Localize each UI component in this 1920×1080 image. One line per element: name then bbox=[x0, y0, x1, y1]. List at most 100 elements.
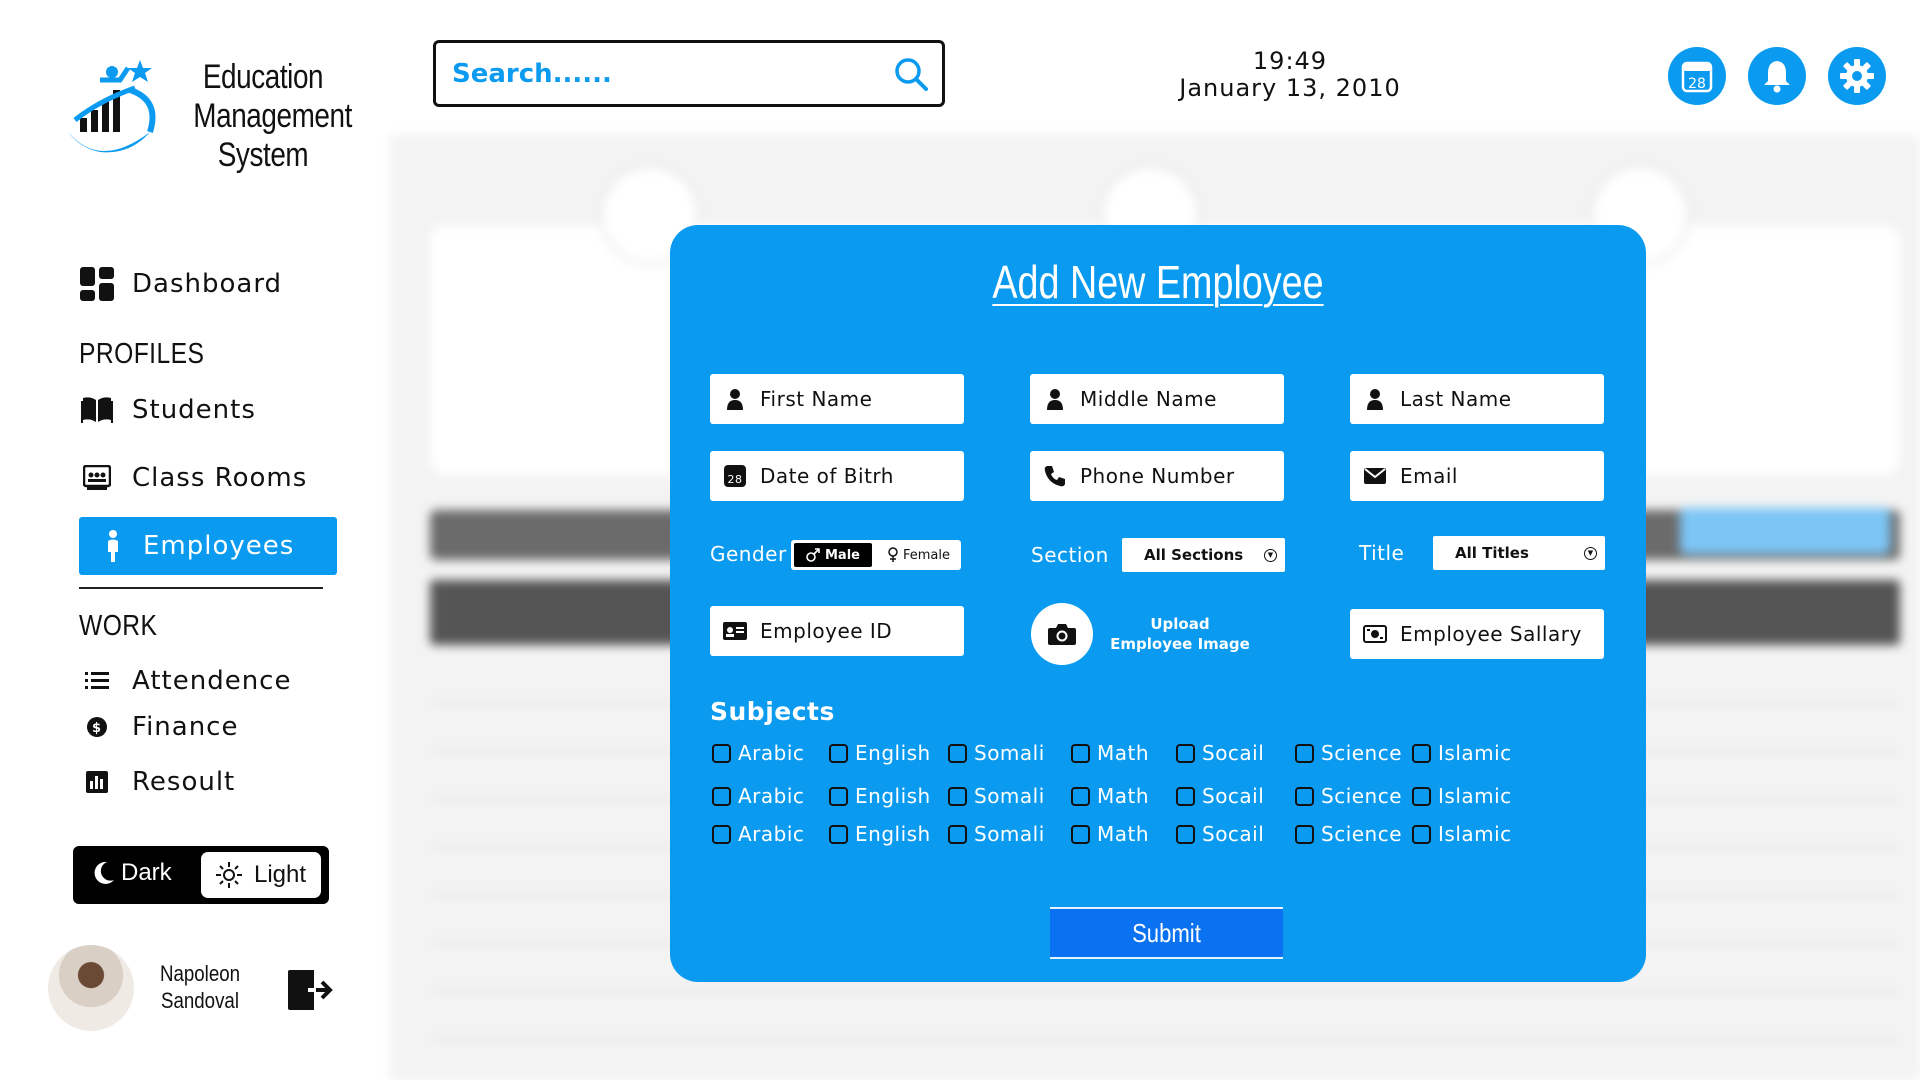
subject-checkbox-arabic[interactable]: Arabic bbox=[712, 822, 804, 846]
subject-checkbox-islamic[interactable]: Islamic bbox=[1412, 784, 1512, 808]
subject-label: Socail bbox=[1202, 822, 1265, 846]
list-icon bbox=[78, 662, 116, 700]
subject-checkbox-english[interactable]: English bbox=[829, 784, 931, 808]
section-heading-work: WORK bbox=[79, 610, 158, 642]
subject-checkbox-math[interactable]: Math bbox=[1071, 741, 1149, 765]
checkbox[interactable] bbox=[948, 743, 967, 763]
gender-label: Gender bbox=[710, 542, 787, 566]
theme-option-light[interactable]: Light bbox=[201, 852, 321, 898]
subject-checkbox-social[interactable]: Socail bbox=[1176, 784, 1264, 808]
gender-option-female[interactable]: Female bbox=[881, 543, 957, 567]
sidebar-item-label: Students bbox=[132, 395, 256, 425]
camera-icon bbox=[1048, 624, 1076, 645]
checkbox[interactable] bbox=[1176, 824, 1195, 844]
middle-name-placeholder: Middle Name bbox=[1080, 387, 1217, 411]
sidebar-item-results[interactable]: Resoult bbox=[78, 754, 338, 810]
subject-checkbox-social[interactable]: Socail bbox=[1176, 741, 1264, 765]
subject-checkbox-islamic[interactable]: Islamic bbox=[1412, 741, 1512, 765]
checkbox[interactable] bbox=[948, 786, 967, 806]
last-name-field[interactable]: Last Name bbox=[1350, 374, 1604, 424]
modal-title: Add New Employee bbox=[992, 256, 1324, 308]
sidebar-item-classrooms[interactable]: Class Rooms bbox=[78, 450, 338, 506]
notifications-button[interactable] bbox=[1748, 47, 1806, 105]
subject-checkbox-arabic[interactable]: Arabic bbox=[712, 784, 804, 808]
upload-label-line: Upload bbox=[1150, 615, 1210, 633]
user-icon bbox=[722, 386, 748, 412]
subject-checkbox-somali[interactable]: Somali bbox=[948, 822, 1045, 846]
checkbox[interactable] bbox=[1071, 743, 1090, 763]
subject-checkbox-social[interactable]: Socail bbox=[1176, 822, 1264, 846]
logout-icon[interactable] bbox=[286, 968, 334, 1012]
male-label: Male bbox=[825, 547, 860, 563]
dob-field[interactable]: 28 Date of Bitrh bbox=[710, 451, 964, 501]
section-select[interactable]: All Sections ▼ bbox=[1122, 538, 1285, 572]
subject-checkbox-english[interactable]: English bbox=[829, 822, 931, 846]
checkbox[interactable] bbox=[829, 786, 848, 806]
sidebar-item-students[interactable]: Students bbox=[78, 382, 338, 438]
subject-checkbox-science[interactable]: Science bbox=[1295, 784, 1402, 808]
checkbox[interactable] bbox=[1295, 786, 1314, 806]
subject-checkbox-math[interactable]: Math bbox=[1071, 784, 1149, 808]
checkbox[interactable] bbox=[1071, 824, 1090, 844]
checkbox[interactable] bbox=[712, 824, 731, 844]
checkbox[interactable] bbox=[1295, 824, 1314, 844]
sidebar-item-employees[interactable]: Employees bbox=[79, 517, 337, 575]
classroom-icon bbox=[78, 459, 116, 497]
dashboard-icon bbox=[78, 265, 116, 303]
checkbox[interactable] bbox=[829, 743, 848, 763]
subject-label: Arabic bbox=[738, 784, 805, 808]
subject-label: Somali bbox=[974, 784, 1045, 808]
search-icon[interactable] bbox=[894, 57, 928, 91]
checkbox[interactable] bbox=[948, 824, 967, 844]
subject-checkbox-english[interactable]: English bbox=[829, 741, 931, 765]
checkbox[interactable] bbox=[1176, 743, 1195, 763]
first-name-field[interactable]: First Name bbox=[710, 374, 964, 424]
sidebar-item-label: Employees bbox=[143, 531, 295, 561]
sidebar-item-dashboard[interactable]: Dashboard bbox=[78, 256, 338, 312]
calendar-button[interactable]: 28 bbox=[1668, 47, 1726, 105]
checkbox[interactable] bbox=[712, 743, 731, 763]
checkbox[interactable] bbox=[1412, 743, 1431, 763]
upload-image-label[interactable]: Upload Employee Image bbox=[1105, 614, 1255, 654]
checkbox[interactable] bbox=[1295, 743, 1314, 763]
theme-dark-label: Dark bbox=[121, 859, 172, 886]
checkbox[interactable] bbox=[1176, 786, 1195, 806]
checkbox[interactable] bbox=[1071, 786, 1090, 806]
checkbox[interactable] bbox=[1412, 824, 1431, 844]
subject-checkbox-islamic[interactable]: Islamic bbox=[1412, 822, 1512, 846]
user-icon bbox=[1042, 386, 1068, 412]
upload-image-button[interactable] bbox=[1031, 603, 1093, 665]
search-box[interactable] bbox=[433, 40, 945, 107]
salary-field[interactable]: Employee Sallary bbox=[1350, 609, 1604, 659]
gender-toggle[interactable]: Male Female bbox=[791, 540, 961, 570]
employee-id-field[interactable]: Employee ID bbox=[710, 606, 964, 656]
subject-checkbox-somali[interactable]: Somali bbox=[948, 741, 1045, 765]
title-select[interactable]: All Titles ▼ bbox=[1433, 536, 1605, 570]
email-field[interactable]: Email bbox=[1350, 451, 1604, 501]
user-last-name: Sandoval bbox=[161, 988, 239, 1013]
avatar[interactable] bbox=[48, 945, 134, 1031]
settings-button[interactable] bbox=[1828, 47, 1886, 105]
app-title-line: System bbox=[217, 136, 309, 174]
theme-toggle[interactable]: Dark Light bbox=[73, 846, 329, 904]
subject-label: English bbox=[855, 822, 931, 846]
subject-label: Science bbox=[1321, 741, 1403, 765]
theme-option-dark[interactable]: Dark bbox=[93, 859, 172, 887]
dob-placeholder: Date of Bitrh bbox=[760, 464, 894, 488]
submit-button[interactable]: Submit bbox=[1050, 907, 1283, 959]
subject-checkbox-science[interactable]: Science bbox=[1295, 741, 1402, 765]
middle-name-field[interactable]: Middle Name bbox=[1030, 374, 1284, 424]
search-input[interactable] bbox=[452, 58, 894, 89]
subject-checkbox-somali[interactable]: Somali bbox=[948, 784, 1045, 808]
dollar-icon: $ bbox=[78, 708, 116, 746]
phone-field[interactable]: Phone Number bbox=[1030, 451, 1284, 501]
gender-option-male[interactable]: Male bbox=[794, 543, 872, 567]
subject-checkbox-math[interactable]: Math bbox=[1071, 822, 1149, 846]
subject-checkbox-science[interactable]: Science bbox=[1295, 822, 1402, 846]
checkbox[interactable] bbox=[829, 824, 848, 844]
svg-text:$: $ bbox=[92, 721, 102, 736]
subject-checkbox-arabic[interactable]: Arabic bbox=[712, 741, 804, 765]
sidebar-item-finance[interactable]: $ Finance bbox=[78, 699, 338, 755]
checkbox[interactable] bbox=[712, 786, 731, 806]
checkbox[interactable] bbox=[1412, 786, 1431, 806]
